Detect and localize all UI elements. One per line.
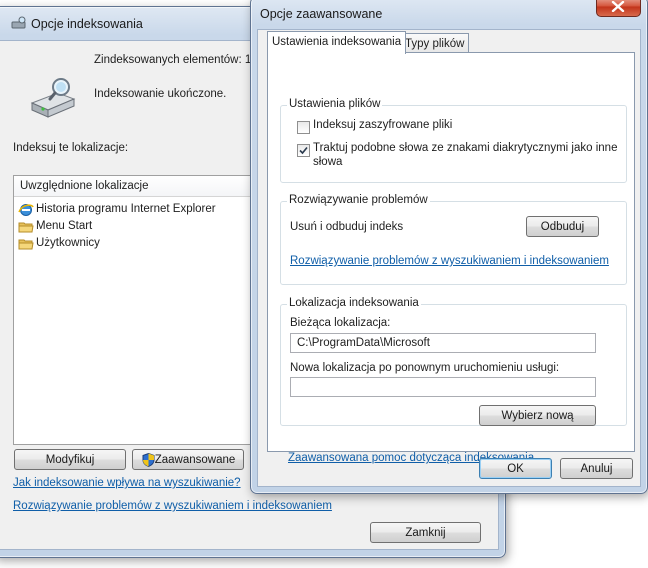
tab-file-types[interactable]: Typy plików — [400, 33, 470, 54]
advanced-options-dialog: Opcje zaawansowane Ustawienia indeksowan… — [250, 0, 648, 494]
rebuild-button[interactable]: Odbuduj — [526, 216, 599, 237]
troubleshooting-group: Rozwiązywanie problemów Usuń i odbuduj i… — [280, 194, 627, 285]
file-settings-title: Ustawienia plików — [287, 98, 383, 110]
drive-search-icon — [30, 78, 76, 118]
new-location-label: Nowa lokalizacja po ponownym uruchomieni… — [290, 362, 560, 374]
encrypt-files-checkbox[interactable] — [297, 121, 310, 134]
index-location-group: Lokalizacja indeksowania Bieżąca lokaliz… — [280, 297, 627, 426]
ok-button[interactable]: OK — [479, 458, 552, 479]
indexing-app-icon — [11, 16, 26, 29]
troubleshooting-title: Rozwiązywanie problemów — [287, 194, 430, 206]
advanced-button[interactable]: Zaawansowane — [132, 449, 244, 470]
close-button[interactable]: Zamknij — [370, 522, 481, 543]
advanced-button-label: Zaawansowane — [154, 454, 236, 466]
window-close-button[interactable] — [596, 0, 641, 17]
new-location-field[interactable] — [290, 377, 596, 397]
current-location-label: Bieżąca lokalizacja: — [290, 317, 391, 329]
location-item-label: Użytkownicy — [36, 237, 100, 249]
close-icon — [611, 1, 625, 12]
index-locations-label: Indeksuj te lokalizacje: — [13, 142, 129, 154]
file-settings-group: Ustawienia plików Indeksuj zaszyfrowane … — [280, 98, 627, 183]
advanced-options-content: Ustawienia indeksowania Typy plików Usta… — [257, 29, 641, 487]
uac-shield-icon — [142, 453, 155, 467]
location-item-label: Menu Start — [36, 220, 93, 232]
troubleshoot-link[interactable]: Rozwiązywanie problemów z wyszukiwaniem … — [290, 255, 609, 267]
advanced-options-title: Opcje zaawansowane — [260, 7, 383, 21]
diacritics-checkbox[interactable] — [297, 144, 310, 157]
index-location-title: Lokalizacja indeksowania — [287, 297, 421, 309]
diacritics-label-line2[interactable]: słowa — [313, 156, 342, 168]
troubleshoot-search-indexing-link[interactable]: Rozwiązywanie problemów z wyszukiwaniem … — [13, 500, 332, 512]
internet-explorer-icon — [18, 204, 34, 216]
index-settings-panel: Ustawienia plików Indeksuj zaszyfrowane … — [267, 52, 635, 464]
list-column-header-label: Uwzględnione lokalizacje — [20, 180, 149, 192]
tab-index-settings[interactable]: Ustawienia indeksowania — [267, 31, 407, 54]
checkmark-icon — [299, 146, 308, 155]
indexing-options-title: Opcje indeksowania — [31, 17, 143, 31]
cancel-button[interactable]: Anuluj — [560, 458, 633, 479]
advanced-options-titlebar[interactable]: Opcje zaawansowane — [251, 0, 647, 23]
rebuild-index-label: Usuń i odbuduj indeks — [290, 221, 404, 233]
indexed-items-count: Zindeksowanych elementów: 1 — [94, 54, 252, 66]
location-item-label: Historia programu Internet Explorer — [36, 203, 216, 215]
diacritics-label-line1[interactable]: Traktuj podobne słowa ze znakami diakryt… — [313, 142, 617, 154]
folder-icon — [18, 222, 34, 233]
select-new-button[interactable]: Wybierz nową — [479, 405, 596, 426]
indexing-status-text: Indeksowanie ukończone. — [94, 88, 227, 100]
current-location-field[interactable]: C:\ProgramData\Microsoft — [290, 333, 596, 353]
folder-icon — [18, 239, 34, 250]
encrypt-files-label[interactable]: Indeksuj zaszyfrowane pliki — [313, 119, 452, 131]
how-indexing-affects-search-link[interactable]: Jak indeksowanie wpływa na wyszukiwanie? — [13, 477, 241, 489]
modify-button[interactable]: Modyfikuj — [14, 449, 126, 470]
